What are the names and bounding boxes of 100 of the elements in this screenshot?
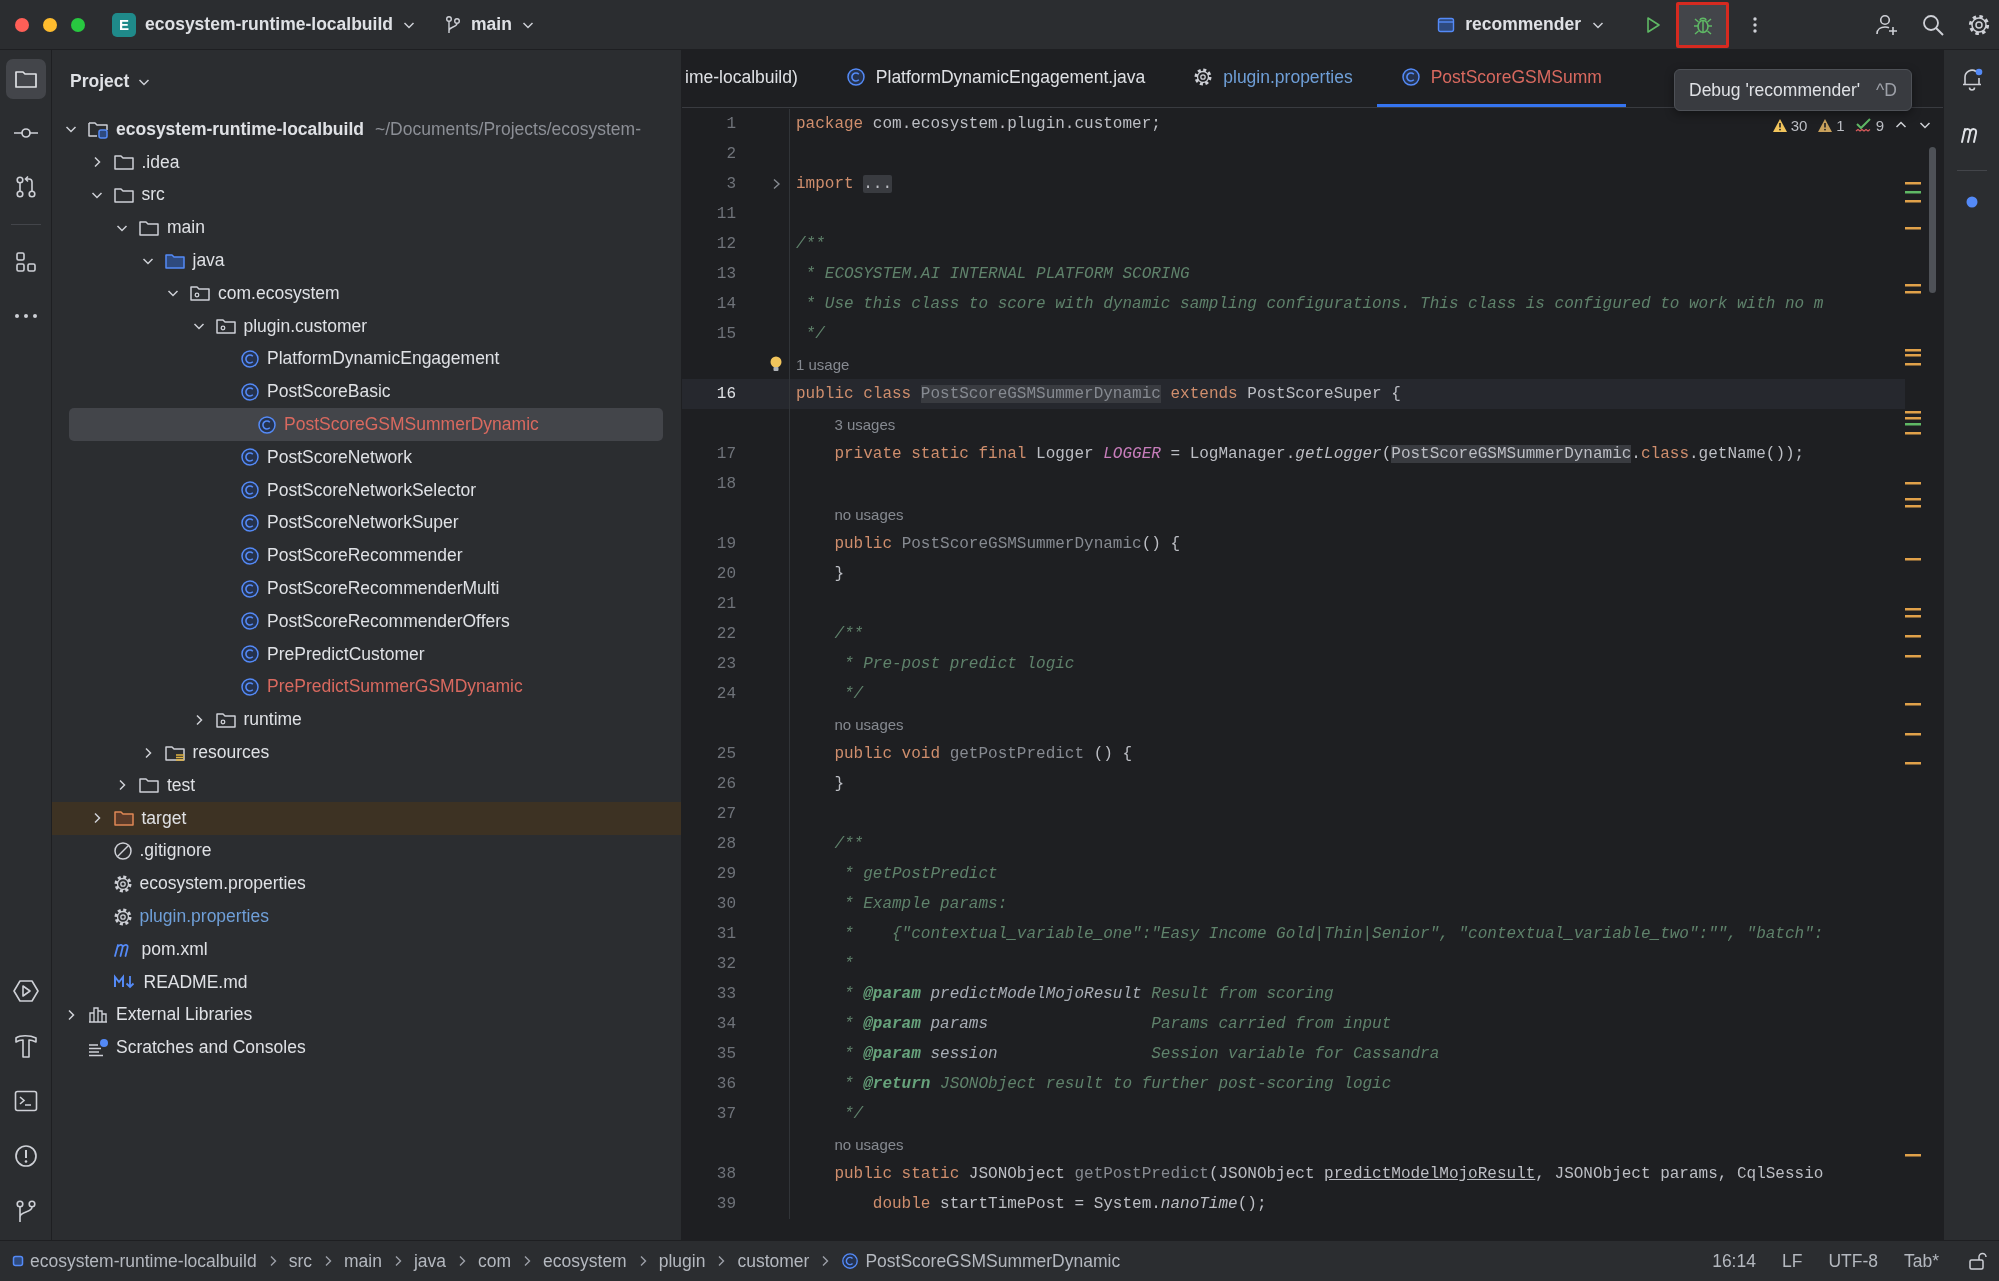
line-number: 17 <box>715 445 736 463</box>
tree-item[interactable]: src <box>52 178 663 212</box>
tree-item[interactable]: PrePredictCustomer <box>52 637 663 671</box>
folder-icon <box>112 808 135 829</box>
line-number: 22 <box>715 625 736 643</box>
usage-hint[interactable]: no usages <box>834 505 904 523</box>
tree-item[interactable]: PostScoreRecommenderOffers <box>52 604 663 638</box>
tree-item[interactable]: test <box>52 768 663 802</box>
breadcrumb[interactable]: customer <box>737 1250 810 1272</box>
status-item[interactable]: LF <box>1781 1250 1803 1272</box>
project-view-selector[interactable]: Project <box>64 67 158 96</box>
line-number: 27 <box>715 805 736 823</box>
project-switcher[interactable]: E ecosystem-runtime-localbuild <box>106 6 422 43</box>
editor-tab[interactable]: PlatformDynamicEngagement.java <box>821 50 1170 107</box>
code-line: * @param params Params carried from input <box>843 1015 1392 1033</box>
gear-icon <box>112 873 133 894</box>
tree-item[interactable]: plugin.properties <box>52 900 663 933</box>
breadcrumb[interactable]: main <box>343 1250 382 1272</box>
tree-item[interactable]: Scratches and Consoles <box>52 1031 663 1065</box>
line-number: 3 <box>725 175 736 193</box>
editor-tab[interactable]: PostScoreGSMSumm <box>1376 50 1626 107</box>
tree-item[interactable]: resources <box>52 736 663 769</box>
zoom-window-button[interactable] <box>71 17 85 32</box>
usage-hint[interactable]: 3 usages <box>834 415 896 433</box>
tree-item[interactable]: README.md <box>52 965 663 999</box>
tree-item[interactable]: External Libraries <box>52 998 663 1032</box>
code-line: * @param session Session variable for Cassandra <box>843 1045 1440 1063</box>
minimize-window-button[interactable] <box>43 17 57 32</box>
breadcrumb[interactable]: plugin <box>658 1250 706 1272</box>
play-icon <box>1644 14 1662 35</box>
breadcrumb[interactable]: com <box>478 1250 512 1272</box>
tree-item[interactable]: PostScoreRecommenderMulti <box>52 572 663 605</box>
tree-item[interactable]: ecosystem.properties <box>52 867 663 901</box>
class-icon <box>240 480 260 501</box>
close-window-button[interactable] <box>15 17 29 32</box>
debug-button[interactable] <box>1676 1 1729 48</box>
tree-item[interactable]: plugin.customer <box>52 309 663 343</box>
line-number: 38 <box>715 1165 736 1183</box>
code-line: * ECOSYSTEM.AI INTERNAL PLATFORM SCORING <box>804 265 1190 283</box>
usage-hint[interactable]: no usages <box>834 715 904 733</box>
class-icon <box>240 676 260 697</box>
scrollbar[interactable] <box>1929 147 1936 293</box>
branch-switcher[interactable]: main <box>438 6 541 43</box>
code-line: public void getPostPredict () { <box>833 745 1133 763</box>
package-folder-icon <box>189 283 211 304</box>
line-number: 36 <box>715 1075 736 1093</box>
tree-item[interactable]: target <box>52 801 681 835</box>
tree-item[interactable]: PrePredictSummerGSMDynamic <box>52 670 663 704</box>
line-number: 1 <box>725 115 736 133</box>
lock-icon[interactable] <box>1967 1251 1987 1271</box>
usage-hint[interactable]: no usages <box>834 1135 904 1153</box>
status-item[interactable]: Tab* <box>1903 1250 1939 1272</box>
code-line: } <box>833 775 844 793</box>
breadcrumb[interactable]: ecosystem-runtime-localbuild <box>12 1250 257 1272</box>
tree-item[interactable]: PostScoreBasic <box>52 375 663 409</box>
code-line: * Example params: <box>843 895 1008 913</box>
tree-item[interactable]: main <box>52 211 663 245</box>
module-icon <box>12 1254 24 1268</box>
usage-hint[interactable]: 1 usage <box>796 355 850 373</box>
line-number: 14 <box>715 295 736 313</box>
line-number: 28 <box>715 835 736 853</box>
project-folder-button[interactable] <box>5 59 46 99</box>
warning-icon <box>1771 117 1788 133</box>
line-number: 39 <box>715 1195 736 1213</box>
lightbulb-icon[interactable] <box>769 355 783 373</box>
tree-item[interactable]: java <box>52 244 663 277</box>
breadcrumb[interactable]: PostScoreGSMSummerDynamic <box>841 1250 1121 1272</box>
tree-item[interactable]: PostScoreNetworkSuper <box>52 506 663 540</box>
line-number: 11 <box>715 205 736 223</box>
line-number: 24 <box>715 685 736 703</box>
status-item[interactable]: UTF-8 <box>1828 1250 1878 1272</box>
class-icon <box>1400 67 1421 87</box>
tree-item[interactable]: PostScoreNetwork <box>52 440 663 474</box>
line-number: 26 <box>715 775 736 793</box>
warning-icon <box>1817 117 1834 133</box>
tree-item[interactable]: ecosystem-runtime-localbuild ~/Documents/Projects/ecosystem- <box>52 113 663 146</box>
tree-item[interactable]: .idea <box>52 145 663 179</box>
breadcrumb[interactable]: java <box>413 1250 446 1272</box>
tree-item[interactable]: PostScoreRecommender <box>52 539 663 573</box>
scratches-icon <box>87 1037 109 1058</box>
breadcrumb[interactable]: ecosystem <box>543 1250 627 1272</box>
tree-item[interactable]: .gitignore <box>52 834 663 868</box>
editor-tab[interactable]: ime-localbuild) <box>682 50 822 107</box>
tree-item[interactable]: runtime <box>52 703 663 737</box>
run-configuration-selector[interactable]: recommender <box>1431 6 1611 43</box>
line-number: 16 <box>715 385 736 403</box>
tree-item[interactable]: pom.xml <box>52 932 663 966</box>
editor-tab[interactable]: plugin.properties <box>1169 50 1377 107</box>
breadcrumb[interactable]: src <box>288 1250 312 1272</box>
status-item[interactable]: 16:14 <box>1712 1250 1756 1272</box>
line-number: 13 <box>715 265 736 283</box>
tree-item[interactable]: PlatformDynamicEngagement <box>52 342 663 376</box>
tree-item[interactable]: com.ecosystem <box>52 277 663 310</box>
class-icon <box>240 545 260 566</box>
tree-item[interactable]: PostScoreNetworkSelector <box>52 473 663 507</box>
line-number: 19 <box>715 535 736 553</box>
code-line: * @param predictModelMojoResult Result from scoring <box>843 985 1334 1003</box>
squares-icon <box>14 251 37 273</box>
code-line: /** <box>796 235 825 253</box>
folder-icon <box>112 185 135 205</box>
